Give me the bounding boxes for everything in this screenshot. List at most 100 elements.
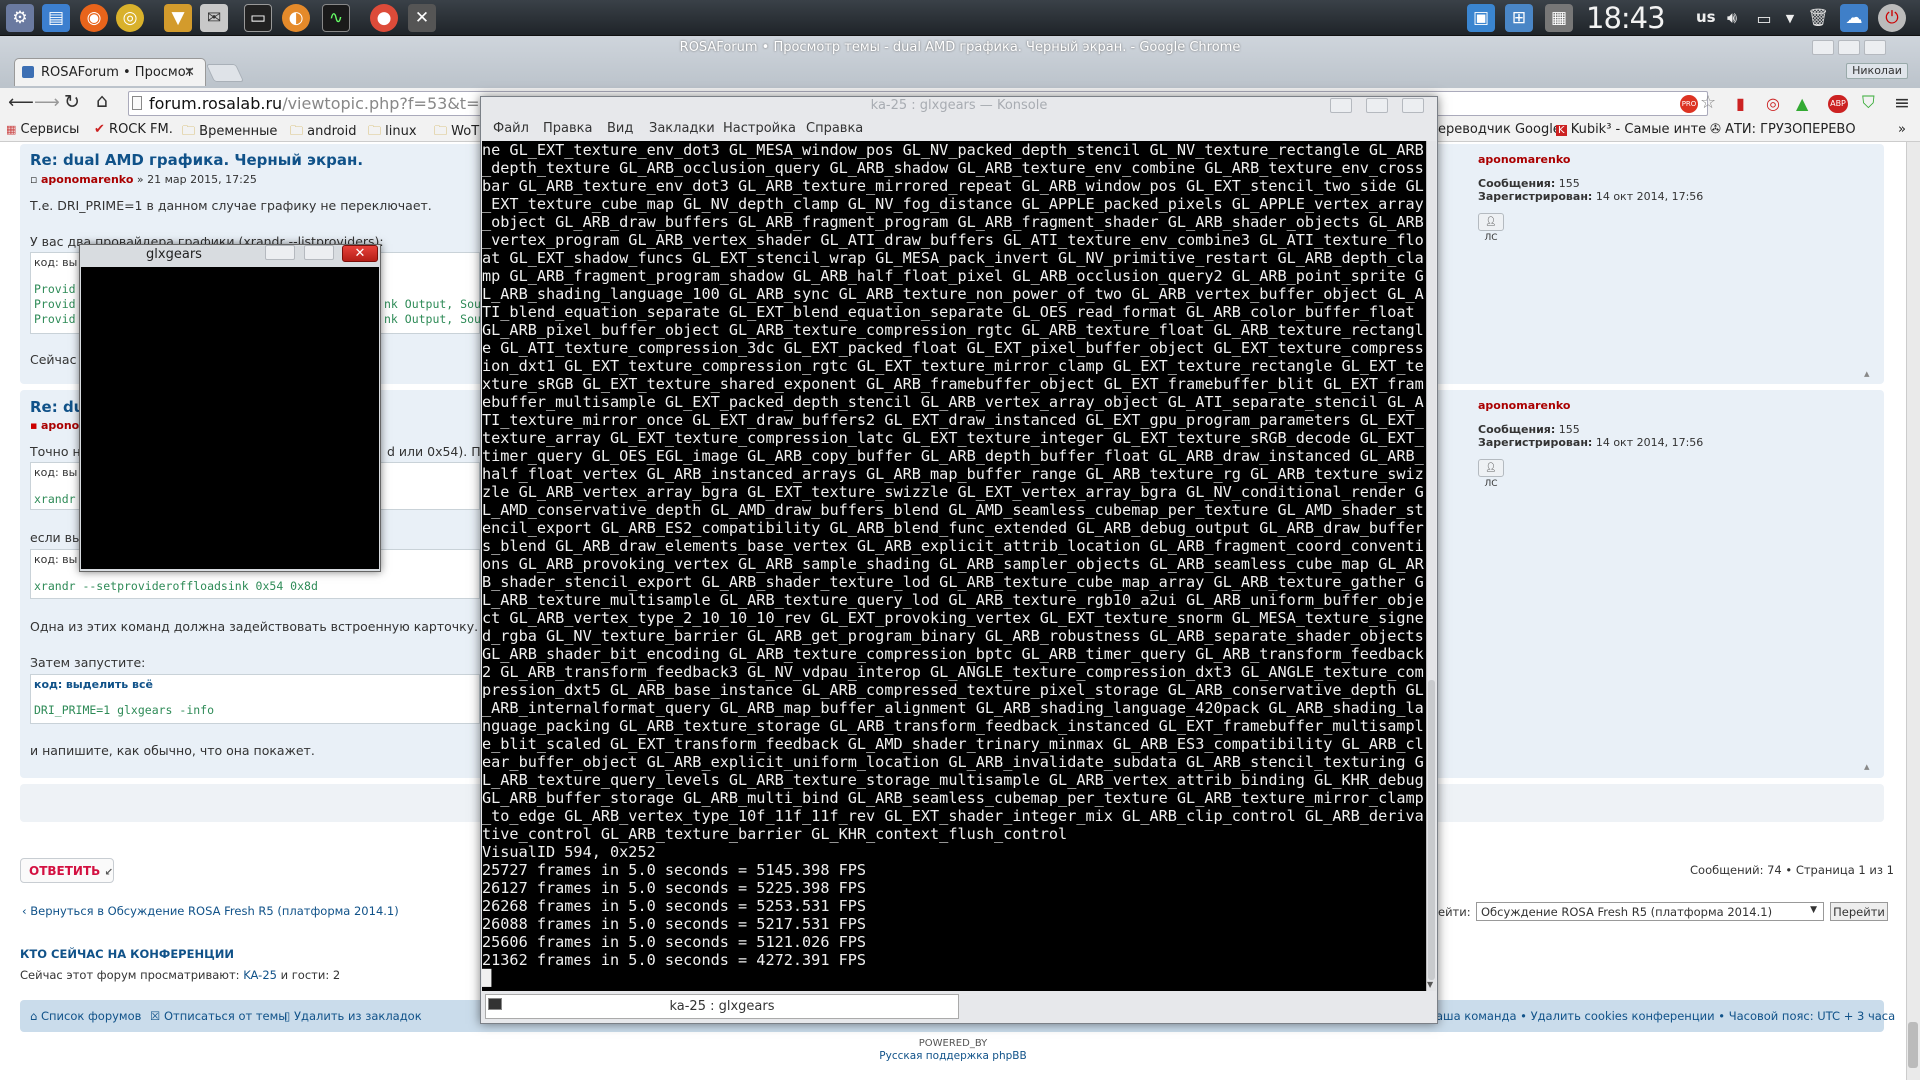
bookmark-folder-wot[interactable]: 🗀︎ WoT bbox=[434, 122, 479, 144]
tray-expand-icon[interactable]: ▼ bbox=[1776, 4, 1804, 32]
opera-extension-icon[interactable]: ◎ bbox=[1766, 94, 1780, 113]
bookmarks-overflow-icon[interactable]: » bbox=[1898, 122, 1906, 137]
bookmark-folder-linux[interactable]: 🗀︎ linux bbox=[368, 122, 417, 144]
power-icon[interactable]: ⏻ bbox=[1878, 4, 1906, 32]
terminal-scrollbar-thumb[interactable] bbox=[1428, 680, 1435, 980]
footer-link-remove-bookmark[interactable]: ▯ Удалить из закладок bbox=[284, 1009, 422, 1023]
page-info-icon[interactable] bbox=[132, 96, 142, 110]
mail-icon[interactable]: ✉ bbox=[200, 4, 228, 32]
favicon-icon bbox=[22, 66, 34, 78]
bookmark-kubik[interactable]: K Kubik³ - Самые инте bbox=[1556, 122, 1706, 137]
trash-icon[interactable]: 🗑︎ bbox=[1804, 4, 1832, 32]
back-icon[interactable]: ⟵ bbox=[8, 92, 34, 113]
code-line: nk Output, Sou bbox=[384, 312, 481, 326]
code-header[interactable]: код: вы bbox=[34, 466, 77, 479]
back-to-top-icon[interactable]: ▴ bbox=[1864, 367, 1870, 380]
screenshot-icon[interactable]: ▣ bbox=[1467, 4, 1495, 32]
keyboard-layout-indicator[interactable]: us bbox=[1696, 8, 1716, 26]
chrome-close-button[interactable] bbox=[1864, 40, 1886, 55]
browser-tab[interactable]: ROSAForum • Просмот bbox=[14, 58, 206, 86]
pro-extension-icon[interactable]: PRO bbox=[1680, 95, 1698, 113]
apps-grid-icon: ▦ bbox=[6, 123, 17, 136]
notification-icon[interactable]: ☁ bbox=[1840, 4, 1868, 32]
terminal-tab-icon bbox=[488, 998, 502, 1010]
konsole-minimize-button[interactable] bbox=[1330, 98, 1352, 113]
chrome-profile-badge[interactable]: Николаи bbox=[1846, 63, 1908, 79]
jump-label: ейти: bbox=[1438, 905, 1471, 919]
profile-username[interactable]: aponomarenko bbox=[1478, 399, 1570, 412]
glxgears-close-button[interactable]: ✕ bbox=[342, 245, 378, 262]
security-extension-icon[interactable]: ⛉ bbox=[1862, 93, 1875, 113]
page-scrollbar-thumb[interactable] bbox=[1908, 1022, 1918, 1068]
media-icon[interactable]: ◐ bbox=[282, 4, 310, 32]
file-manager-icon[interactable]: ▤ bbox=[42, 4, 70, 32]
konsole-close-button[interactable] bbox=[1402, 98, 1424, 113]
chrome-maximize-button[interactable] bbox=[1838, 40, 1860, 55]
back-to-top-icon[interactable]: ▴ bbox=[1864, 760, 1870, 773]
network-icon[interactable]: ▭ bbox=[1750, 4, 1778, 32]
firefox-icon[interactable]: ◉ bbox=[80, 4, 108, 32]
footer-link-forums[interactable]: ⌂ Список форумов bbox=[30, 1009, 141, 1023]
tools-icon[interactable]: ✕ bbox=[408, 4, 436, 32]
menu-icon[interactable]: ≡ bbox=[1894, 92, 1910, 114]
jump-go-button[interactable]: Перейти bbox=[1830, 902, 1888, 921]
scroll-down-icon[interactable]: ▼ bbox=[1427, 980, 1433, 989]
menu-bookmarks[interactable]: Закладки bbox=[649, 121, 715, 136]
folder-icon: 🗀︎ bbox=[434, 124, 448, 139]
reload-icon[interactable]: ↻ bbox=[64, 91, 80, 113]
archive-icon[interactable]: ▼ bbox=[164, 4, 192, 32]
extension-icon[interactable]: ▮ bbox=[1736, 94, 1745, 113]
forum-jump-select[interactable]: Обсуждение ROSA Fresh R5 (платформа 2014… bbox=[1476, 902, 1824, 921]
clock[interactable]: 18:43 bbox=[1586, 1, 1666, 35]
glxgears-render-canvas[interactable] bbox=[81, 267, 379, 569]
calendar-icon[interactable]: ▦ bbox=[1545, 4, 1573, 32]
bookmark-folder-android[interactable]: 🗀︎ android bbox=[290, 122, 357, 144]
page-scrollbar[interactable] bbox=[1906, 142, 1920, 1080]
home-small-icon: ⌂ bbox=[30, 1009, 38, 1023]
tab-close-icon[interactable]: ✕ bbox=[184, 65, 195, 80]
bookmark-ati[interactable]: ✇ АТИ: ГРУЗОПЕРЕВО bbox=[1710, 122, 1856, 137]
footer-link-unsubscribe[interactable]: ☒ Отписаться от темы bbox=[150, 1009, 287, 1023]
system-monitor-icon[interactable]: ∿ bbox=[322, 4, 350, 32]
app-menu-icon[interactable]: ⚙ bbox=[6, 4, 34, 32]
workspace-icon[interactable]: ⊞ bbox=[1505, 4, 1533, 32]
glxgears-maximize-button[interactable] bbox=[304, 245, 334, 260]
chrome-minimize-button[interactable] bbox=[1812, 40, 1834, 55]
menu-view[interactable]: Вид bbox=[607, 121, 633, 136]
volume-icon[interactable]: 🔊︎ bbox=[1718, 4, 1746, 32]
home-icon[interactable]: ⌂ bbox=[96, 90, 108, 112]
chromium-icon[interactable]: ◎ bbox=[116, 4, 144, 32]
menu-settings[interactable]: Настройка bbox=[723, 121, 796, 136]
forward-icon[interactable]: ⟶ bbox=[34, 92, 60, 113]
menu-help[interactable]: Справка bbox=[806, 121, 863, 136]
back-to-forum-link[interactable]: ‹ Вернуться в Обсуждение ROSA Fresh R5 (… bbox=[22, 904, 399, 918]
adblock-icon[interactable]: ABP bbox=[1828, 95, 1848, 113]
terminal-area[interactable]: ne GL_EXT_texture_env_dot3 GL_MESA_windo… bbox=[482, 141, 1426, 991]
profile-username[interactable]: aponomarenko bbox=[1478, 153, 1570, 166]
post-title[interactable]: Re: dual AMD графика. Черный экран. bbox=[30, 151, 363, 169]
menu-edit[interactable]: Правка bbox=[543, 121, 592, 136]
online-user-link[interactable]: KA-25 bbox=[243, 968, 277, 982]
glxgears-minimize-button[interactable] bbox=[265, 245, 295, 260]
konsole-maximize-button[interactable] bbox=[1366, 98, 1388, 113]
select-all-link[interactable]: выделить всё bbox=[66, 678, 153, 691]
bookmark-apps[interactable]: ▦ Сервисы bbox=[6, 122, 79, 137]
menu-file[interactable]: Файл bbox=[493, 121, 529, 136]
who-online-heading: КТО СЕЙЧАС НА КОНФЕРЕНЦИИ bbox=[20, 947, 234, 961]
terminal-icon[interactable]: ▭ bbox=[244, 4, 272, 32]
pm-button[interactable]: 👤︎ЛС bbox=[1478, 459, 1504, 489]
bookmark-folder-temp[interactable]: 🗀︎ Временные bbox=[182, 122, 277, 144]
reply-button[interactable]: ОТВЕТИТЬ ↙ bbox=[20, 858, 114, 883]
profile-stats: Сообщения: 155 Зарегистрирован: 14 окт 20… bbox=[1478, 177, 1704, 203]
footer-right-links[interactable]: аша команда • Удалить cookies конференци… bbox=[1436, 1009, 1895, 1023]
phpbb-support-link[interactable]: Русская поддержка phpBB bbox=[0, 1050, 1906, 1062]
drive-extension-icon[interactable]: ▲ bbox=[1796, 94, 1808, 113]
pm-button[interactable]: 👤︎ЛС bbox=[1478, 213, 1504, 243]
bookmark-translate[interactable]: ереводчик Google bbox=[1438, 122, 1561, 137]
code-header[interactable]: код: вы bbox=[34, 553, 77, 566]
post-author[interactable]: aponomarenko bbox=[41, 173, 133, 186]
bookmark-rockfm[interactable]: ✔ ROCK FM. bbox=[94, 122, 173, 137]
bookmark-star-icon[interactable]: ☆ bbox=[1700, 92, 1716, 113]
chrome-icon[interactable]: ● bbox=[370, 4, 398, 32]
konsole-tab[interactable]: ka-25 : glxgears bbox=[485, 994, 959, 1019]
